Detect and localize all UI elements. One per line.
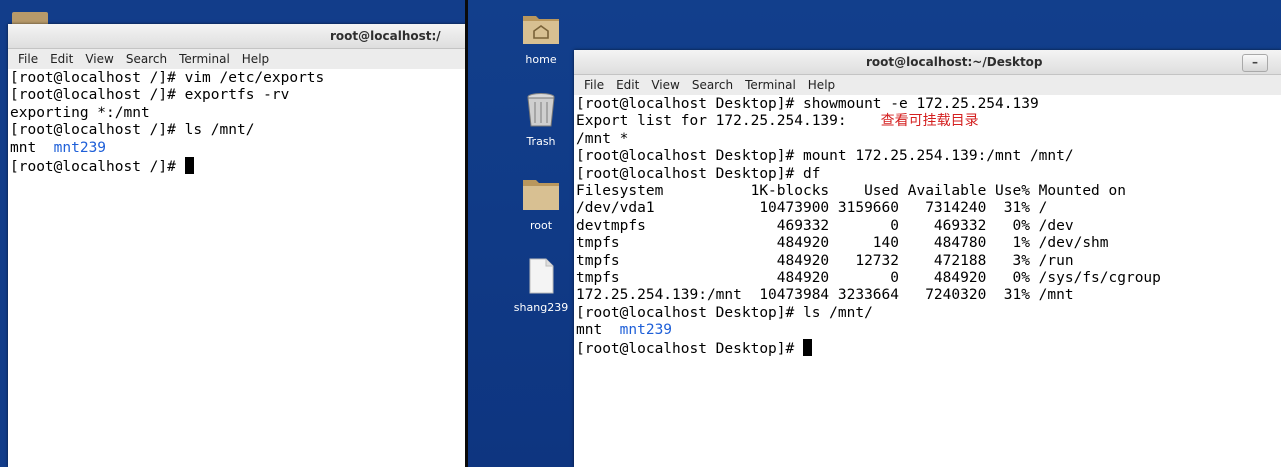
menu-item-file[interactable]: File <box>578 78 610 92</box>
terminal-line-text: /mnt * <box>576 130 629 147</box>
terminal-line-text: [root@localhost Desktop]# df <box>576 165 821 182</box>
menu-item-help[interactable]: Help <box>802 78 841 92</box>
folder-icon <box>523 180 559 210</box>
terminal-line: [root@localhost /]# exportfs -rv <box>10 87 466 104</box>
icon-label: root <box>529 219 553 232</box>
terminal-line: /mnt * <box>576 131 1281 148</box>
directory-name: mnt239 <box>53 139 107 156</box>
terminal-line: [root@localhost Desktop]# mount 172.25.2… <box>576 148 1281 165</box>
file-icon <box>529 258 554 294</box>
menu-item-file[interactable]: File <box>12 52 44 66</box>
terminal-line: [root@localhost Desktop]# ls /mnt/ <box>576 305 1281 322</box>
window-title: root@localhost:/ <box>330 29 441 43</box>
menu-bar: File Edit View Search Terminal Help <box>574 75 1281 95</box>
window-titlebar[interactable]: root@localhost:/ <box>8 24 466 49</box>
terminal-line: tmpfs 484920 12732 472188 3% /run <box>576 253 1281 270</box>
terminal-line: [root@localhost /]# <box>10 156 466 175</box>
terminal-line-text: tmpfs 484920 140 484780 1% /dev/shm <box>576 235 1109 252</box>
terminal-window-left[interactable]: root@localhost:/ File Edit View Search Termi… <box>8 24 466 467</box>
left-desktop: root@localhost:/ File Edit View Search Termi… <box>0 0 466 467</box>
menu-item-terminal[interactable]: Terminal <box>739 78 802 92</box>
desktop-icon-trash[interactable]: Trash <box>511 92 571 148</box>
desktop-icon-shang239[interactable]: shang239 <box>511 258 571 314</box>
window-title: root@localhost:~/Desktop <box>866 55 1043 69</box>
right-desktop: home Trash root shang239 root@localhost:… <box>468 0 1281 467</box>
menu-item-view[interactable]: View <box>645 78 685 92</box>
minimize-button[interactable]: – <box>1242 54 1268 72</box>
menu-item-edit[interactable]: Edit <box>44 52 79 66</box>
terminal-output[interactable]: [root@localhost Desktop]# showmount -e 1… <box>574 95 1281 357</box>
terminal-line: [root@localhost Desktop]# df <box>576 166 1281 183</box>
trash-icon <box>527 93 555 127</box>
terminal-line-text: exporting *:/mnt <box>10 104 150 121</box>
terminal-line: [root@localhost /]# ls /mnt/ <box>10 122 466 139</box>
terminal-line: exporting *:/mnt <box>10 105 466 122</box>
terminal-line: [root@localhost Desktop]# <box>576 339 1281 358</box>
terminal-line-text: [root@localhost Desktop]# showmount -e 1… <box>576 96 1039 112</box>
terminal-line-text: mnt <box>576 322 620 339</box>
icon-label: shang239 <box>513 301 569 314</box>
terminal-line: mnt mnt239 <box>576 322 1281 339</box>
terminal-line: mnt mnt239 <box>10 140 466 157</box>
icon-label: home <box>525 53 557 66</box>
terminal-line: tmpfs 484920 0 484920 0% /sys/fs/cgroup <box>576 270 1281 287</box>
annotation-note: 查看可挂载目录 <box>880 113 979 130</box>
terminal-line: tmpfs 484920 140 484780 1% /dev/shm <box>576 235 1281 252</box>
menu-bar: File Edit View Search Terminal Help <box>8 49 466 69</box>
terminal-line-text: devtmpfs 469332 0 469332 0% /dev <box>576 217 1074 234</box>
window-titlebar[interactable]: root@localhost:~/Desktop – <box>574 50 1281 75</box>
terminal-window-right[interactable]: root@localhost:~/Desktop – File Edit View S… <box>574 50 1281 467</box>
menu-item-search[interactable]: Search <box>120 52 173 66</box>
terminal-line-text: /dev/vda1 10473900 3159660 7314240 31% / <box>576 200 1048 217</box>
terminal-line-text: Filesystem 1K-blocks Used Available Use%… <box>576 182 1126 199</box>
icon-label: Trash <box>526 135 556 148</box>
text-cursor <box>802 339 812 357</box>
terminal-line: [root@localhost /]# vim /etc/exports <box>10 70 466 87</box>
terminal-line-text: tmpfs 484920 0 484920 0% /sys/fs/cgroup <box>576 269 1161 286</box>
terminal-line: Filesystem 1K-blocks Used Available Use%… <box>576 183 1281 200</box>
terminal-line-text: [root@localhost Desktop]# mount 172.25.2… <box>576 148 1074 165</box>
terminal-line-text: [root@localhost /]# ls /mnt/ <box>10 122 255 139</box>
terminal-line-text: [root@localhost /]# <box>10 158 185 175</box>
menu-item-edit[interactable]: Edit <box>610 78 645 92</box>
terminal-line-text: 172.25.254.139:/mnt 10473984 3233664 724… <box>576 287 1074 304</box>
menu-item-help[interactable]: Help <box>236 52 275 66</box>
terminal-line-text: [root@localhost /]# vim /etc/exports <box>10 70 325 86</box>
terminal-line-text: mnt <box>10 139 54 156</box>
terminal-line-text: Export list for 172.25.254.139: <box>576 113 847 130</box>
terminal-line: 172.25.254.139:/mnt 10473984 3233664 724… <box>576 287 1281 304</box>
terminal-line-text: [root@localhost Desktop]# ls /mnt/ <box>576 304 873 321</box>
terminal-line: Export list for 172.25.254.139: 查看可挂载目录 <box>576 113 1281 130</box>
terminal-line: /dev/vda1 10473900 3159660 7314240 31% / <box>576 200 1281 217</box>
directory-name: mnt239 <box>619 322 673 339</box>
terminal-line-text: [root@localhost Desktop]# <box>576 341 803 358</box>
menu-item-terminal[interactable]: Terminal <box>173 52 236 66</box>
text-cursor <box>184 156 194 174</box>
terminal-line: [root@localhost Desktop]# showmount -e 1… <box>576 96 1281 113</box>
desktop-icon-home[interactable]: home <box>511 10 571 66</box>
menu-item-view[interactable]: View <box>79 52 119 66</box>
home-folder-icon <box>523 16 559 44</box>
menu-item-search[interactable]: Search <box>686 78 739 92</box>
desktop-icon-root[interactable]: root <box>511 176 571 232</box>
terminal-line-text: tmpfs 484920 12732 472188 3% /run <box>576 252 1074 269</box>
terminal-output[interactable]: [root@localhost /]# vim /etc/exports [roo… <box>8 69 466 175</box>
terminal-line: devtmpfs 469332 0 469332 0% /dev <box>576 218 1281 235</box>
watermark: https://blog.csdn.net/weixin_45426401 <box>980 439 1273 457</box>
terminal-line-text: [root@localhost /]# exportfs -rv <box>10 87 290 104</box>
